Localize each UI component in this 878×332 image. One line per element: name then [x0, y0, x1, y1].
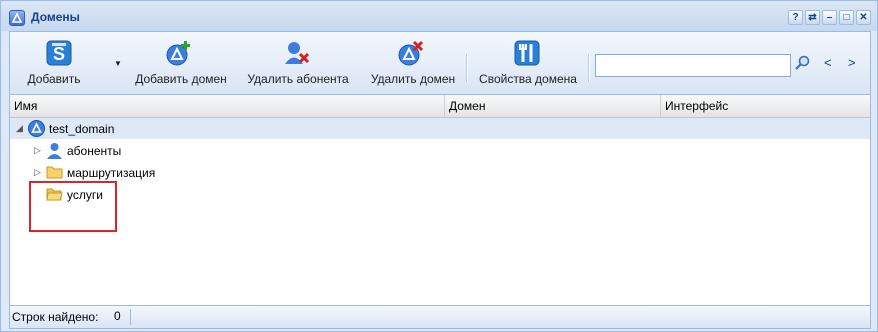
tree-item-label: маршрутизация [67, 166, 156, 180]
domain-icon [28, 120, 45, 140]
add-domain-label: Добавить домен [135, 72, 227, 86]
window-body: S Добавить ▼ Добавить домен Удалить абон… [9, 31, 871, 329]
column-interface[interactable]: Интерфейс [661, 95, 870, 117]
highlight-box [29, 181, 117, 232]
next-button[interactable]: > [848, 55, 856, 70]
add-service-icon: S [46, 40, 72, 66]
folder-icon [46, 164, 63, 182]
rows-found-count: 0 [114, 309, 121, 323]
search-icon[interactable] [794, 55, 810, 74]
domain-properties-button[interactable]: Свойства домена [476, 38, 580, 90]
search-input[interactable] [595, 54, 791, 77]
domains-window: Домены ? ⇄ – □ ✕ S Добавить ▼ Добавить д… [0, 0, 878, 332]
rows-found-label: Строк найдено: [12, 310, 99, 324]
tree-row-routing[interactable]: ▷ маршрутизация [10, 162, 870, 183]
maximize-icon[interactable]: □ [839, 10, 854, 25]
grid-header: Имя Домен Интерфейс [10, 95, 870, 118]
delete-user-icon [284, 40, 310, 66]
add-button[interactable]: S Добавить ▼ [14, 38, 122, 90]
window-tools: ? ⇄ – □ ✕ [788, 10, 871, 25]
tree-item-label: test_domain [49, 122, 115, 136]
status-bar: Строк найдено: 0 [10, 305, 870, 328]
expand-arrow-icon[interactable]: ▷ [34, 145, 41, 156]
tree-row-subscribers[interactable]: ▷ абоненты [10, 140, 870, 161]
refresh-icon[interactable]: ⇄ [805, 10, 820, 25]
delete-subscriber-label: Удалить абонента [247, 72, 349, 86]
window-titlebar[interactable]: Домены ? ⇄ – □ ✕ [1, 1, 877, 31]
toolbar-separator [466, 54, 468, 82]
delete-subscriber-button[interactable]: Удалить абонента [244, 38, 352, 90]
delete-domain-button[interactable]: Удалить домен [368, 38, 458, 90]
column-name[interactable]: Имя [10, 95, 445, 117]
user-icon [46, 142, 63, 162]
add-domain-button[interactable]: Добавить домен [132, 38, 230, 90]
delete-domain-label: Удалить домен [370, 72, 456, 86]
tools-icon [514, 40, 540, 66]
add-button-label: Добавить [27, 72, 81, 86]
status-divider [130, 309, 131, 325]
svg-text:S: S [53, 44, 65, 64]
toolbar: S Добавить ▼ Добавить домен Удалить абон… [10, 32, 870, 95]
chevron-down-icon[interactable]: ▼ [114, 59, 122, 68]
add-domain-icon [166, 40, 192, 66]
expand-arrow-icon[interactable]: ▷ [34, 167, 41, 178]
column-domain[interactable]: Домен [445, 95, 661, 117]
close-icon[interactable]: ✕ [856, 10, 871, 25]
tree-item-label: абоненты [67, 144, 122, 158]
prev-button[interactable]: < [824, 55, 832, 70]
tree-row-domain[interactable]: ◢ test_domain [10, 118, 870, 139]
help-icon[interactable]: ? [788, 10, 803, 25]
domain-properties-label: Свойства домена [479, 72, 577, 86]
window-title: Домены [31, 10, 80, 24]
collapse-arrow-icon[interactable]: ◢ [16, 123, 23, 134]
domain-icon [9, 10, 25, 26]
delete-domain-icon [398, 40, 424, 66]
minimize-icon[interactable]: – [822, 10, 837, 25]
tree-row-services[interactable]: услуги [10, 184, 870, 205]
toolbar-separator [588, 54, 590, 82]
